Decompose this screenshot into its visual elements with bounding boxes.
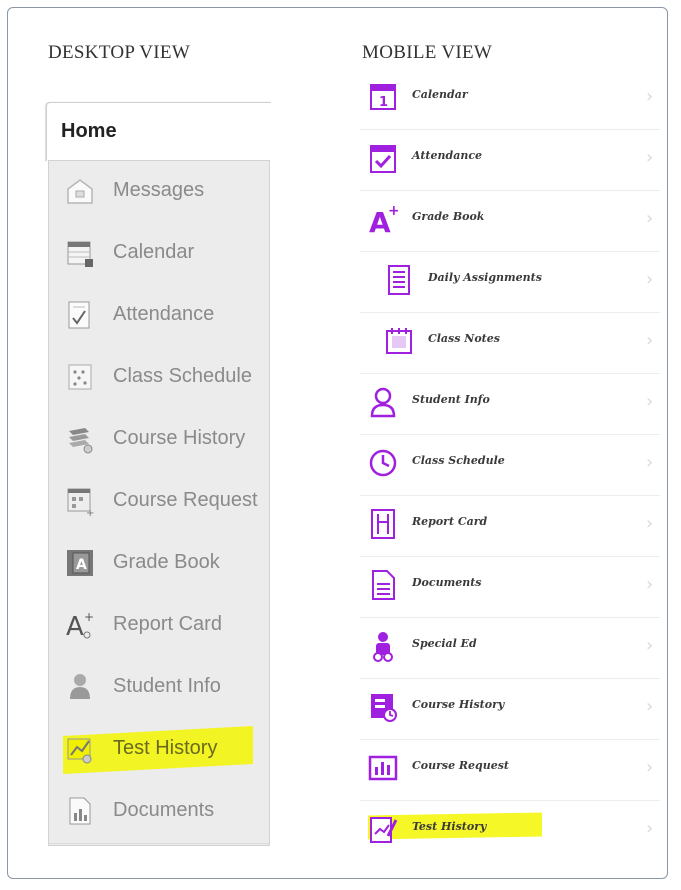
special-ed-icon — [368, 629, 398, 663]
grade-book-icon: A + — [368, 202, 398, 236]
svg-text:+: + — [84, 610, 94, 624]
mobile-item-label: Calendar — [412, 88, 468, 101]
mobile-item-class-notes[interactable]: Class Notes › — [360, 312, 660, 374]
desktop-view-title: DESKTOP VIEW — [48, 42, 191, 63]
mobile-item-label: Student Info — [412, 393, 490, 406]
mobile-item-calendar[interactable]: 1 Calendar › — [360, 68, 660, 130]
mobile-item-test-history[interactable]: Test History › — [360, 800, 660, 861]
mobile-item-label: Attendance — [412, 149, 483, 162]
desktop-item-label: Test History — [113, 737, 218, 759]
mobile-item-label: Class Notes — [428, 332, 500, 345]
mobile-item-label: Course History — [412, 698, 505, 711]
chevron-right-icon: › — [646, 452, 654, 473]
svg-text:A: A — [66, 612, 84, 641]
report-card-icon — [368, 507, 398, 541]
chevron-right-icon: › — [646, 391, 654, 412]
mobile-item-attendance[interactable]: Attendance › — [360, 129, 660, 191]
desktop-nav-list: Messages Calendar Attendance Class Sched… — [48, 160, 270, 846]
svg-text:+: + — [86, 508, 94, 517]
chevron-right-icon: › — [646, 147, 654, 168]
course-request-icon: + — [65, 485, 95, 517]
desktop-item-test-history[interactable]: Test History — [49, 719, 269, 782]
course-history-icon — [368, 690, 398, 724]
chevron-right-icon: › — [646, 513, 654, 534]
mobile-item-label: Special Ed — [412, 637, 477, 650]
student-info-icon — [368, 385, 398, 419]
attendance-icon — [368, 141, 398, 175]
course-history-icon — [65, 423, 95, 455]
test-history-icon — [368, 812, 398, 846]
desktop-item-label: Attendance — [113, 303, 215, 325]
desktop-item-label: Calendar — [113, 241, 195, 263]
desktop-item-student-info[interactable]: Student Info — [49, 657, 269, 720]
mobile-item-class-schedule[interactable]: Class Schedule › — [360, 434, 660, 496]
mobile-item-label: Grade Book — [412, 210, 485, 223]
daily-assignments-icon — [384, 263, 414, 297]
mobile-item-report-card[interactable]: Report Card › — [360, 495, 660, 557]
mobile-item-daily-assignments[interactable]: Daily Assignments › — [360, 251, 660, 313]
desktop-item-label: Documents — [113, 799, 215, 821]
mobile-item-label: Test History — [412, 820, 487, 833]
mobile-item-student-info[interactable]: Student Info › — [360, 373, 660, 435]
chevron-right-icon: › — [646, 635, 654, 656]
test-history-icon — [65, 733, 95, 765]
chevron-right-icon: › — [646, 208, 654, 229]
desktop-item-label: Messages — [113, 179, 205, 201]
chevron-right-icon: › — [646, 818, 654, 839]
report-card-icon: A + — [65, 609, 95, 641]
chevron-right-icon: › — [646, 269, 654, 290]
mobile-item-label: Report Card — [412, 515, 488, 528]
desktop-item-class-schedule[interactable]: Class Schedule — [49, 347, 269, 410]
desktop-item-documents[interactable]: Documents — [49, 781, 269, 844]
svg-text:+: + — [388, 203, 398, 219]
chevron-right-icon: › — [646, 574, 654, 595]
course-request-icon — [368, 751, 398, 785]
desktop-item-grade-book[interactable]: A Grade Book — [49, 533, 269, 596]
documents-icon — [368, 568, 398, 602]
mobile-item-special-ed[interactable]: Special Ed › — [360, 617, 660, 679]
chevron-right-icon: › — [646, 757, 654, 778]
mobile-item-label: Documents — [412, 576, 482, 589]
mobile-item-label: Course Request — [412, 759, 510, 772]
mobile-item-grade-book[interactable]: A + Grade Book › — [360, 190, 660, 252]
desktop-item-report-card[interactable]: A + Report Card — [49, 595, 269, 658]
chevron-right-icon: › — [646, 696, 654, 717]
desktop-item-label: Student Info — [113, 675, 221, 697]
desktop-item-label: Grade Book — [113, 551, 220, 573]
messages-icon — [65, 175, 95, 207]
home-tab-label: Home — [61, 120, 117, 142]
mobile-item-course-request[interactable]: Course Request › — [360, 739, 660, 801]
mobile-item-label: Daily Assignments — [428, 271, 542, 284]
desktop-item-label: Course Request — [113, 489, 258, 511]
desktop-item-course-history[interactable]: Course History — [49, 409, 269, 472]
chevron-right-icon: › — [646, 86, 654, 107]
calendar-icon — [65, 237, 95, 269]
class-schedule-icon — [368, 446, 398, 480]
calendar-icon: 1 — [368, 80, 398, 114]
class-notes-icon — [384, 324, 414, 358]
attendance-icon — [65, 299, 95, 331]
svg-text:A: A — [76, 557, 87, 573]
tab-home[interactable]: Home — [46, 102, 271, 161]
desktop-item-label: Course History — [113, 427, 246, 449]
mobile-item-label: Class Schedule — [412, 454, 505, 467]
mobile-view-title: MOBILE VIEW — [362, 42, 493, 63]
chevron-right-icon: › — [646, 330, 654, 351]
mobile-item-documents[interactable]: Documents › — [360, 556, 660, 618]
class-schedule-icon — [65, 361, 95, 393]
documents-icon — [65, 795, 95, 827]
desktop-item-course-request[interactable]: + Course Request — [49, 471, 269, 534]
svg-text:1: 1 — [379, 95, 388, 110]
desktop-item-messages[interactable]: Messages — [49, 161, 269, 224]
desktop-item-attendance[interactable]: Attendance — [49, 285, 269, 348]
desktop-item-calendar[interactable]: Calendar — [49, 223, 269, 286]
desktop-item-label: Class Schedule — [113, 365, 252, 387]
student-info-icon — [65, 671, 95, 703]
grade-book-icon: A — [65, 547, 95, 579]
desktop-item-label: Report Card — [113, 613, 222, 635]
mobile-item-course-history[interactable]: Course History › — [360, 678, 660, 740]
